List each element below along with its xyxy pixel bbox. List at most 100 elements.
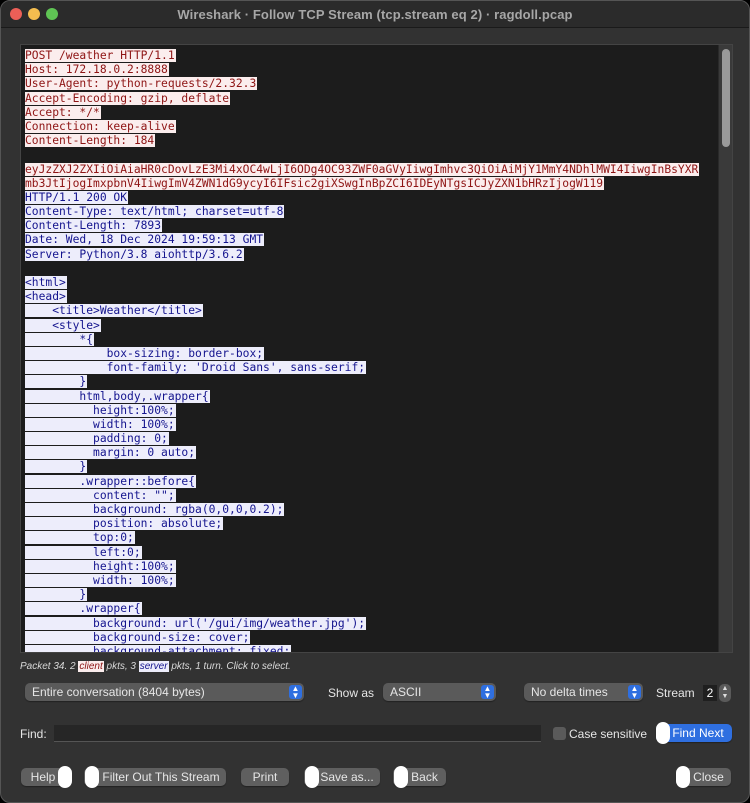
stream-line-server: html,body,.wrapper{ [25, 389, 716, 404]
server-text: <style> [25, 318, 101, 332]
stream-line-server: font-family: 'Droid Sans', sans-serif; [25, 361, 716, 375]
server-text: <title>Weather</title> [25, 304, 203, 318]
stream-info-text: Packet 34. 2 client pkts, 3 server pkts,… [20, 661, 291, 672]
server-text: padding: 0; [25, 432, 169, 446]
server-text: left:0; [25, 545, 142, 559]
save-as-button[interactable]: Save as... [304, 766, 380, 788]
stream-number-field[interactable]: 2 [703, 685, 717, 701]
stream-line-client: POST /weather HTTP/1.1 [25, 49, 716, 63]
maximize-window-icon[interactable] [46, 8, 58, 20]
client-text: Connection: keep-alive [25, 119, 176, 133]
filter-out-stream-button[interactable]: Filter Out This Stream [84, 766, 226, 788]
info-prefix: Packet 34. 2 [20, 661, 79, 672]
server-text: position: absolute; [25, 517, 224, 531]
stream-line-server: content: ""; [25, 488, 716, 503]
overlay-blob [656, 722, 670, 744]
stream-line-server: } [25, 375, 716, 389]
server-text: .wrapper::before{ [25, 474, 197, 488]
server-text: html,body,.wrapper{ [25, 389, 210, 403]
overlay-blob [305, 766, 319, 788]
filter-out-label: Filter Out This Stream [102, 770, 220, 784]
server-text: Content-Type: text/html; charset=utf-8 [25, 205, 285, 219]
overlay-blob [394, 766, 408, 788]
stream-line-server: margin: 0 auto; [25, 446, 716, 460]
vertical-scrollbar[interactable] [718, 45, 732, 652]
stream-line-blank [25, 148, 716, 162]
overlay-blob [676, 766, 690, 788]
server-text: background-size: cover; [25, 630, 251, 644]
stream-line-client: Content-Length: 184 [25, 134, 716, 148]
save-as-label: Save as... [320, 770, 374, 784]
help-button[interactable]: Help [21, 766, 72, 788]
show-as-label: Show as [328, 686, 375, 700]
server-text: } [25, 375, 88, 389]
print-button[interactable]: Print [241, 768, 289, 786]
show-as-select[interactable]: ASCII ▲ ▼ [383, 683, 496, 701]
stream-label: Stream [656, 686, 695, 700]
case-sensitive-checkbox[interactable] [553, 727, 566, 740]
stream-line-server: width: 100%; [25, 573, 716, 588]
back-label: Back [411, 770, 438, 784]
conversation-select[interactable]: Entire conversation (8404 bytes) ▲ ▼ [25, 683, 304, 701]
stream-line-server: height:100%; [25, 403, 716, 418]
title-bar: Wireshark · Follow TCP Stream (tcp.strea… [1, 1, 749, 28]
conversation-select-value: Entire conversation (8404 bytes) [32, 685, 205, 699]
print-label: Print [252, 770, 278, 784]
delta-times-select[interactable]: No delta times ▲ ▼ [524, 683, 643, 701]
client-text: Accept-Encoding: gzip, deflate [25, 91, 231, 105]
stream-line-server: left:0; [25, 545, 716, 560]
stream-line-client: User-Agent: python-requests/2.32.3 [25, 77, 716, 91]
chevron-up-down-icon: ▲ ▼ [289, 685, 302, 700]
server-text: background: rgba(0,0,0,0.2); [25, 503, 285, 516]
stream-content-pane[interactable]: POST /weather HTTP/1.1 Host: 172.18.0.2:8… [20, 44, 733, 653]
server-text: } [25, 588, 88, 602]
stream-line-server: Date: Wed, 18 Dec 2024 19:59:13 GMT [25, 233, 716, 247]
server-text: background-attachment: fixed; [25, 644, 292, 652]
server-text: height:100%; [25, 403, 176, 417]
close-button[interactable]: Close [676, 766, 731, 788]
client-text: Accept: */* [25, 105, 101, 119]
server-text: width: 100%; [25, 573, 176, 587]
server-text: font-family: 'Droid Sans', sans-serif; [25, 361, 367, 375]
stream-line-server: top:0; [25, 531, 716, 545]
delta-times-select-value: No delta times [531, 685, 608, 699]
server-text: Server: Python/3.8 aiohttp/3.6.2 [25, 247, 244, 261]
find-input[interactable] [54, 725, 541, 742]
help-label: Help [30, 770, 56, 784]
stream-stepper[interactable]: ▲ ▼ [719, 684, 731, 702]
server-text: Content-Length: 7893 [25, 219, 163, 233]
close-window-icon[interactable] [10, 8, 22, 20]
stream-line-server: height:100%; [25, 559, 716, 574]
overlay-blob [58, 766, 72, 788]
stream-line-client: Host: 172.18.0.2:8888 [25, 63, 716, 77]
stream-line-server: background-size: cover; [25, 630, 716, 645]
stream-line-server: <html> [25, 276, 716, 290]
server-text: Date: Wed, 18 Dec 2024 19:59:13 GMT [25, 233, 265, 247]
stream-line-server: } [25, 588, 716, 602]
stream-line-server: Content-Type: text/html; charset=utf-8 [25, 205, 716, 219]
scrollbar-thumb[interactable] [722, 49, 730, 147]
server-text: margin: 0 auto; [25, 446, 197, 460]
server-text: content: ""; [25, 488, 176, 502]
find-next-button[interactable]: Find Next [656, 722, 732, 744]
server-tag: server [138, 661, 169, 672]
minimize-window-icon[interactable] [28, 8, 40, 20]
stream-line-server: position: absolute; [25, 517, 716, 531]
server-text: <head> [25, 290, 67, 304]
chevron-up-down-icon: ▲ ▼ [628, 685, 641, 700]
stream-line-server: *{ [25, 332, 716, 347]
stream-line-server: Content-Length: 7893 [25, 219, 716, 233]
stream-line-server: background: url('/gui/img/weather.jpg'); [25, 616, 716, 631]
stream-line-server: box-sizing: border-box; [25, 346, 716, 361]
stream-line-server: HTTP/1.1 200 OK [25, 190, 716, 205]
stream-text[interactable]: POST /weather HTTP/1.1 Host: 172.18.0.2:8… [25, 49, 716, 652]
stream-line-server: padding: 0; [25, 432, 716, 446]
server-text: *{ [25, 332, 95, 346]
server-text: box-sizing: border-box; [25, 346, 265, 360]
case-sensitive-label: Case sensitive [569, 727, 648, 741]
back-button[interactable]: Back [393, 766, 446, 788]
close-label: Close [693, 770, 724, 784]
find-next-label: Find Next [672, 726, 724, 740]
server-text: height:100%; [25, 559, 176, 573]
overlay-blob [85, 766, 99, 788]
